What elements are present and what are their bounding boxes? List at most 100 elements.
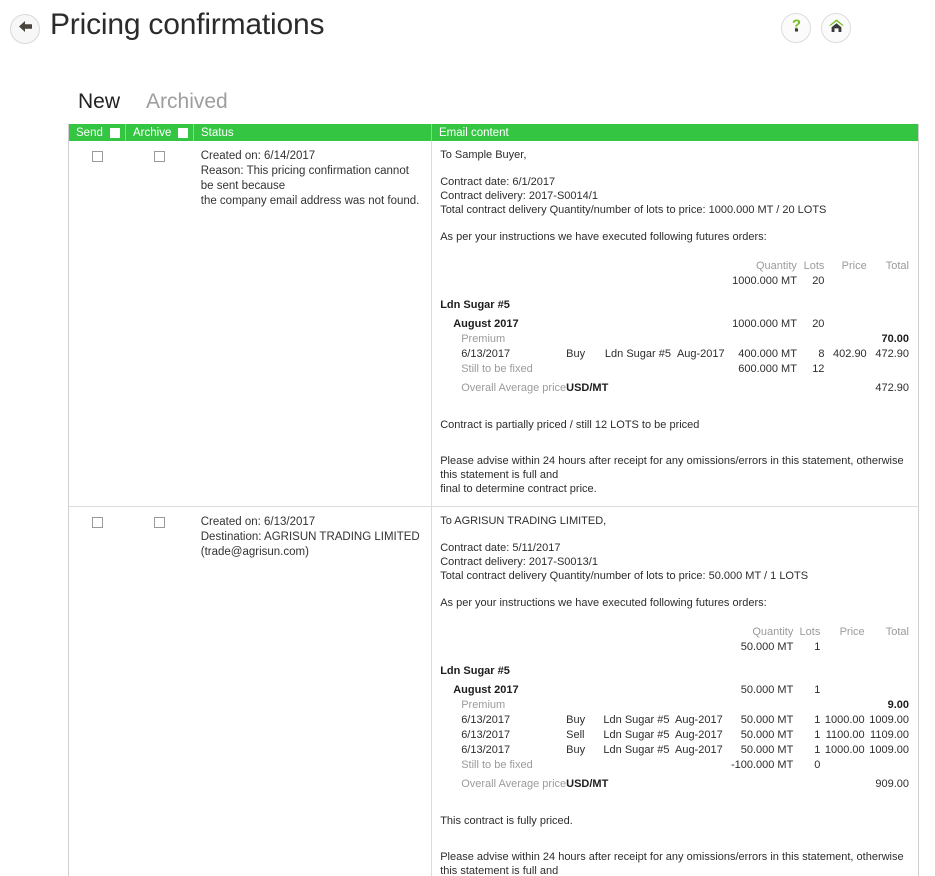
trade-date: 6/13/2017 bbox=[461, 348, 511, 360]
trade-commodity: Ldn Sugar #5 bbox=[603, 729, 670, 741]
trade-quantity: 50.000 MT bbox=[740, 714, 794, 726]
futures-summary-row: 1000.000 MT 20 bbox=[440, 274, 909, 289]
trade-row: 6/13/2017 Sell Ldn Sugar #5 Aug-2017 50.… bbox=[440, 728, 909, 743]
trade-price: 1000.00 bbox=[824, 714, 865, 726]
futures-summary-row: 50.000 MT 1 bbox=[440, 640, 909, 655]
still-to-be-fixed-quantity: 600.000 MT bbox=[738, 363, 797, 375]
column-header-email-content: Email content bbox=[432, 124, 917, 141]
archive-checkbox[interactable] bbox=[154, 151, 166, 162]
row-email-content-cell: To Sample Buyer, Contract date: 6/1/2017… bbox=[431, 141, 918, 506]
grid-header-row: Send Archive Status Email content bbox=[69, 124, 918, 141]
row-status-cell: Created on: 6/14/2017 Reason: This prici… bbox=[194, 141, 431, 506]
email-pricing-status: Contract is partially priced / still 12 … bbox=[440, 419, 700, 431]
overall-average-row: Overall Average price USD/MT 472.90 bbox=[440, 381, 909, 396]
status-reason-line-1: Reason: This pricing confirmation cannot… bbox=[200, 165, 409, 192]
summary-lots: 20 bbox=[812, 275, 825, 287]
futures-header-lots: Lots bbox=[803, 260, 825, 272]
summary-quantity: 50.000 MT bbox=[740, 641, 794, 653]
month-group-row: August 2017 50.000 MT 1 bbox=[440, 683, 909, 698]
overall-average-total: 472.90 bbox=[875, 382, 909, 394]
email-salutation: To AGRISUN TRADING LIMITED, bbox=[440, 515, 607, 527]
trade-lots: 1 bbox=[814, 729, 821, 741]
futures-table-header-row: Quantity Lots Price Total bbox=[440, 259, 909, 274]
trade-commodity: Ldn Sugar #5 bbox=[604, 348, 671, 360]
trade-month: Aug-2017 bbox=[676, 348, 725, 360]
trade-commodity: Ldn Sugar #5 bbox=[603, 744, 670, 756]
row-archive-cell bbox=[126, 141, 194, 506]
trade-side: Buy bbox=[566, 348, 586, 360]
status-created-on: Created on: 6/14/2017 bbox=[200, 150, 316, 162]
premium-total: 9.00 bbox=[887, 699, 909, 711]
status-created-on: Created on: 6/13/2017 bbox=[200, 516, 316, 528]
status-reason-line-2: the company email address was not found. bbox=[200, 195, 420, 207]
table-row: Created on: 6/13/2017 Destination: AGRIS… bbox=[69, 507, 918, 876]
trade-quantity: 50.000 MT bbox=[740, 729, 794, 741]
month-group-quantity: 50.000 MT bbox=[740, 684, 794, 696]
trade-date: 6/13/2017 bbox=[461, 714, 511, 726]
row-archive-cell bbox=[126, 507, 194, 876]
futures-header-price: Price bbox=[839, 626, 865, 638]
futures-header-total: Total bbox=[885, 260, 909, 272]
email-total-line: Total contract delivery Quantity/number … bbox=[440, 570, 809, 582]
futures-header-price: Price bbox=[841, 260, 867, 272]
summary-quantity: 1000.000 MT bbox=[732, 275, 797, 287]
overall-average-label: Overall Average price bbox=[461, 382, 567, 394]
trade-quantity: 50.000 MT bbox=[740, 744, 794, 756]
commodity-name: Ldn Sugar #5 bbox=[440, 299, 510, 311]
page-header: Pricing confirmations ? bbox=[0, 0, 935, 60]
row-send-cell bbox=[69, 507, 126, 876]
trade-side: Sell bbox=[566, 729, 585, 741]
trade-commodity: Ldn Sugar #5 bbox=[603, 714, 670, 726]
status-destination: Destination: AGRISUN TRADING LIMITED bbox=[200, 531, 420, 543]
email-total-line: Total contract delivery Quantity/number … bbox=[440, 204, 827, 216]
trade-month: Aug-2017 bbox=[674, 744, 723, 756]
premium-label: Premium bbox=[461, 333, 506, 345]
select-all-archive-checkbox[interactable] bbox=[178, 127, 189, 138]
help-question-icon: ? bbox=[787, 16, 806, 40]
home-icon bbox=[827, 17, 846, 40]
status-destination-email: (trade@agrisun.com) bbox=[200, 546, 309, 558]
email-contract-date: Contract date: 5/11/2017 bbox=[440, 542, 561, 554]
email-instructions: As per your instructions we have execute… bbox=[440, 231, 767, 243]
send-checkbox[interactable] bbox=[91, 151, 103, 162]
email-disclaimer-line-1: Please advise within 24 hours after rece… bbox=[440, 455, 904, 481]
still-to-be-fixed-label: Still to be fixed bbox=[461, 363, 533, 375]
trade-lots: 1 bbox=[814, 714, 821, 726]
help-button[interactable]: ? bbox=[781, 13, 811, 43]
home-button[interactable] bbox=[821, 13, 851, 43]
still-to-be-fixed-row: Still to be fixed -100.000 MT 0 bbox=[440, 758, 909, 773]
email-disclaimer-line-1: Please advise within 24 hours after rece… bbox=[440, 851, 904, 876]
trade-date: 6/13/2017 bbox=[461, 744, 511, 756]
back-button[interactable] bbox=[10, 14, 40, 44]
overall-average-total: 909.00 bbox=[875, 778, 909, 790]
still-to-be-fixed-lots: 0 bbox=[814, 759, 821, 771]
column-header-status-label: Status bbox=[201, 126, 234, 139]
column-header-email-label: Email content bbox=[439, 126, 509, 139]
spacer-row bbox=[440, 655, 909, 664]
trade-price: 1000.00 bbox=[824, 744, 865, 756]
trade-side: Buy bbox=[566, 714, 586, 726]
trade-quantity: 400.000 MT bbox=[738, 348, 797, 360]
back-arrow-icon bbox=[17, 19, 34, 39]
month-group-quantity: 1000.000 MT bbox=[732, 318, 797, 330]
trade-total: 1009.00 bbox=[869, 714, 909, 726]
email-contract-date: Contract date: 6/1/2017 bbox=[440, 176, 556, 188]
trade-row: 6/13/2017 Buy Ldn Sugar #5 Aug-2017 50.0… bbox=[440, 713, 909, 728]
email-disclaimer-line-2: final to determine contract price. bbox=[440, 483, 597, 495]
select-all-send-checkbox[interactable] bbox=[109, 127, 120, 138]
trade-month: Aug-2017 bbox=[674, 714, 723, 726]
archive-checkbox[interactable] bbox=[154, 517, 166, 528]
futures-orders-table: Quantity Lots Price Total 1000.000 MT 20… bbox=[440, 259, 909, 396]
confirmations-grid: Send Archive Status Email content Create… bbox=[68, 124, 919, 876]
email-pricing-status: This contract is fully priced. bbox=[440, 815, 573, 827]
send-checkbox[interactable] bbox=[91, 517, 103, 528]
month-group-label: August 2017 bbox=[453, 318, 519, 330]
premium-label: Premium bbox=[461, 699, 506, 711]
tab-archived[interactable]: Archived bbox=[146, 91, 228, 114]
column-header-archive-label: Archive bbox=[133, 126, 172, 139]
page-title: Pricing confirmations bbox=[50, 8, 325, 41]
tab-new[interactable]: New bbox=[78, 91, 120, 114]
futures-header-quantity: Quantity bbox=[752, 626, 794, 638]
spacer-row bbox=[440, 289, 909, 298]
trade-month: Aug-2017 bbox=[674, 729, 723, 741]
